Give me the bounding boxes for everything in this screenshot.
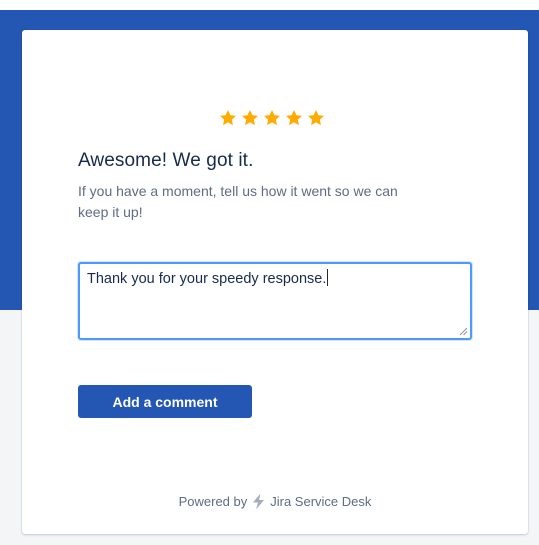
product-name[interactable]: Jira Service Desk [270,494,371,509]
comment-textarea[interactable]: Thank you for your speedy response. [78,262,472,340]
star-icon[interactable] [218,108,238,128]
feedback-card: Awesome! We got it. If you have a moment… [22,30,528,534]
lightning-bolt-icon [253,493,265,510]
star-icon[interactable] [262,108,282,128]
star-icon[interactable] [306,108,326,128]
star-icon[interactable] [240,108,260,128]
powered-by-footer: Powered by Jira Service Desk [22,493,528,510]
text-cursor [327,269,329,286]
page-top-strip [0,0,539,10]
star-rating[interactable] [218,108,326,128]
comment-text: Thank you for your speedy response. [87,271,327,287]
add-comment-button[interactable]: Add a comment [78,385,252,418]
star-icon[interactable] [284,108,304,128]
powered-by-label: Powered by [178,494,248,509]
feedback-prompt: If you have a moment, tell us how it wen… [78,183,398,220]
confirmation-title: Awesome! We got it. [78,150,254,171]
resize-handle-icon[interactable] [459,327,468,336]
